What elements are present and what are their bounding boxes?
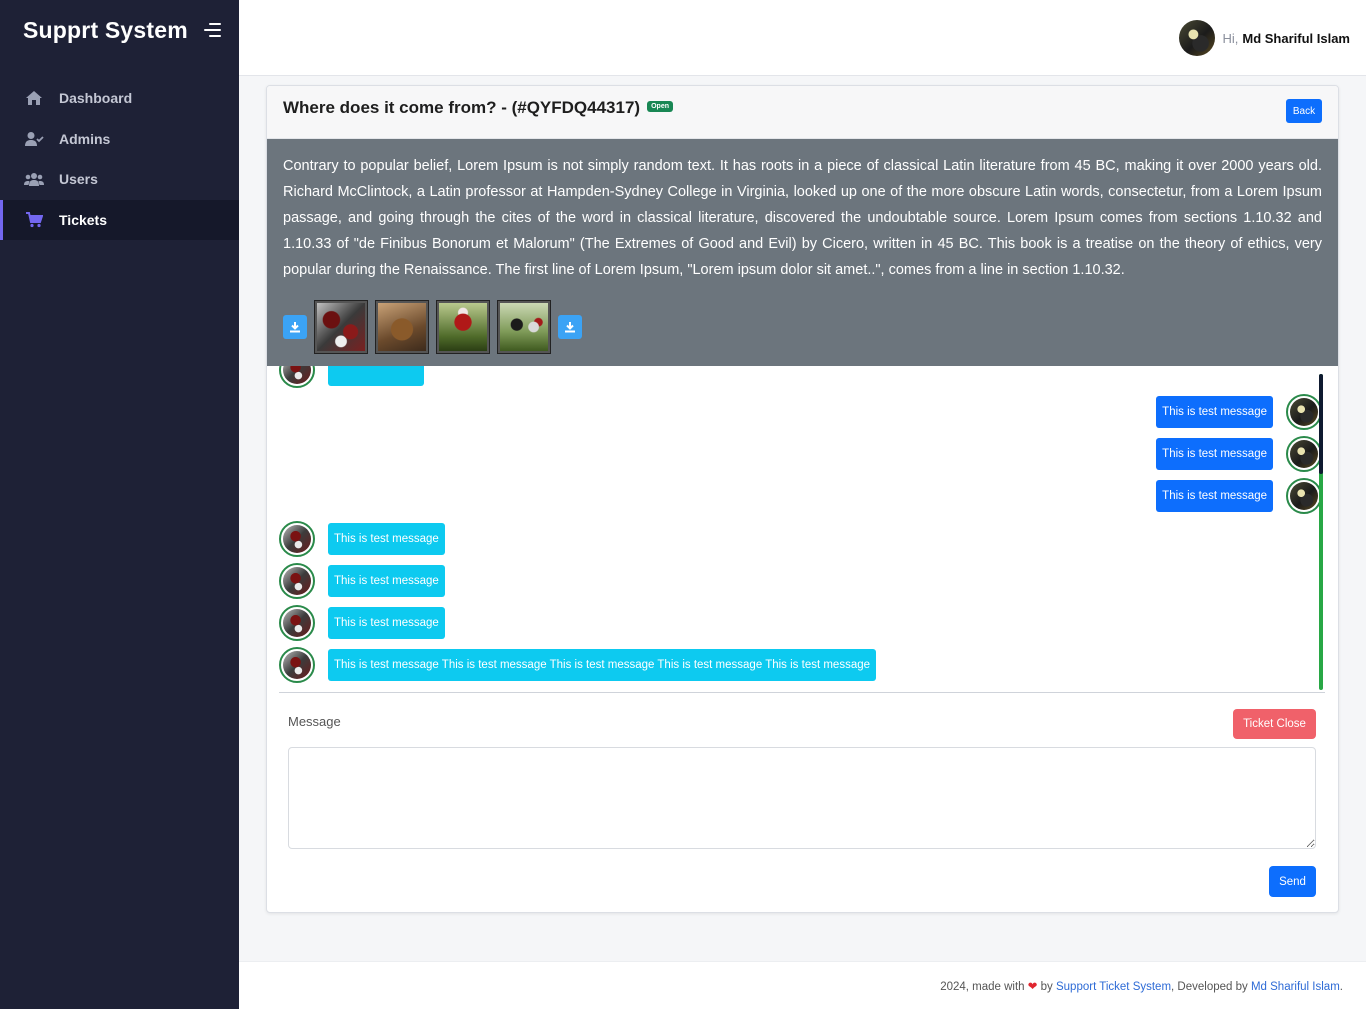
chat-message: This is test message [279,521,445,557]
topbar: Hi, Md Shariful Islam [239,0,1366,76]
sidebar-nav: Dashboard Admins Users Tickets [0,78,239,240]
user-check-icon [24,130,44,148]
send-button[interactable]: Send [1269,866,1316,897]
message-bubble [328,366,424,386]
message-bubble: This is test message This is test messag… [328,649,877,681]
user-menu[interactable]: Hi, Md Shariful Islam [1179,20,1350,56]
chat-message: This is test message [1156,478,1322,514]
brand: Supprt System [0,0,239,60]
ticket-title-wrap: Where does it come from? - (#QYFDQ44317)… [283,98,673,118]
avatar [1286,478,1322,514]
message-bubble: This is test message [1156,396,1273,428]
ticket-description: Contrary to popular belief, Lorem Ipsum … [267,139,1338,366]
message-bubble: This is test message [1156,438,1273,470]
status-badge: Open [647,101,673,112]
menu-toggle-icon[interactable] [201,22,221,38]
chat-messages[interactable]: This is test message This is test messag… [279,366,1325,693]
footer-by: by [1040,981,1053,993]
message-textarea[interactable] [288,747,1316,849]
page-title: Where does it come from? - (#QYFDQ44317) [283,98,641,117]
greeting-text: Hi, [1222,30,1239,46]
chat-message: This is test message This is test messag… [279,647,877,683]
footer: 2024, made with ❤ by Support Ticket Syst… [239,961,1366,1009]
avatar [279,563,315,599]
scrollbar-thumb[interactable] [1319,374,1323,474]
avatar [1286,436,1322,472]
footer-dev-text: , Developed by [1171,981,1248,993]
message-bubble: This is test message [1156,480,1273,512]
sidebar: Supprt System Dashboard Admins Users Tic… [0,0,239,1009]
download-icon[interactable] [558,314,582,339]
attachment-thumbnail[interactable] [314,299,368,354]
avatar [1286,394,1322,430]
heart-icon: ❤ [1027,981,1038,993]
chat-message: This is test message [279,563,445,599]
footer-prefix: 2024, made with [940,981,1025,993]
message-bubble: This is test message [328,565,445,597]
attachment-thumbnail[interactable] [436,299,490,354]
attachment-thumbnail[interactable] [375,299,429,354]
ticket-card: Where does it come from? - (#QYFDQ44317)… [266,85,1339,913]
attachment-thumbnail[interactable] [497,299,551,354]
sidebar-item-label: Tickets [59,211,107,228]
description-text: Contrary to popular belief, Lorem Ipsum … [283,158,1322,278]
home-icon [24,89,44,107]
ticket-header: Where does it come from? - (#QYFDQ44317)… [267,86,1338,139]
avatar[interactable] [1179,20,1216,56]
download-icon[interactable] [283,314,307,339]
chat-message: This is test message [1156,394,1322,430]
footer-suffix: . [1339,981,1343,993]
avatar [279,605,315,641]
attachments [283,299,1322,354]
site-link[interactable]: Support Ticket System [1056,981,1171,993]
sidebar-item-label: Users [59,171,98,187]
developer-link[interactable]: Md Shariful Islam [1251,981,1340,993]
chat-message: This is test message [279,605,445,641]
app-title: Supprt System [23,16,188,43]
sidebar-item-label: Admins [59,130,111,147]
users-icon [24,170,44,188]
sidebar-item-tickets[interactable]: Tickets [0,199,239,240]
chat-message [279,366,424,388]
footer-text: 2024, made with ❤ by Support Ticket Syst… [940,979,1343,993]
sidebar-item-dashboard[interactable]: Dashboard [0,78,239,118]
ticket-close-button[interactable]: Ticket Close [1233,709,1316,739]
chat-message: This is test message [1156,436,1322,472]
avatar [279,521,315,557]
message-bubble: This is test message [328,523,445,555]
message-bubble: This is test message [328,607,445,639]
back-button[interactable]: Back [1286,99,1322,123]
cart-icon [24,211,44,229]
user-name: Md Shariful Islam [1242,30,1350,46]
reply-form: Message Ticket Close Send [267,693,1338,912]
message-label: Message [288,714,341,729]
sidebar-item-users[interactable]: Users [0,159,239,199]
avatar [279,366,315,388]
sidebar-item-label: Dashboard [59,90,133,106]
sidebar-item-admins[interactable]: Admins [0,119,239,159]
avatar [279,647,315,683]
